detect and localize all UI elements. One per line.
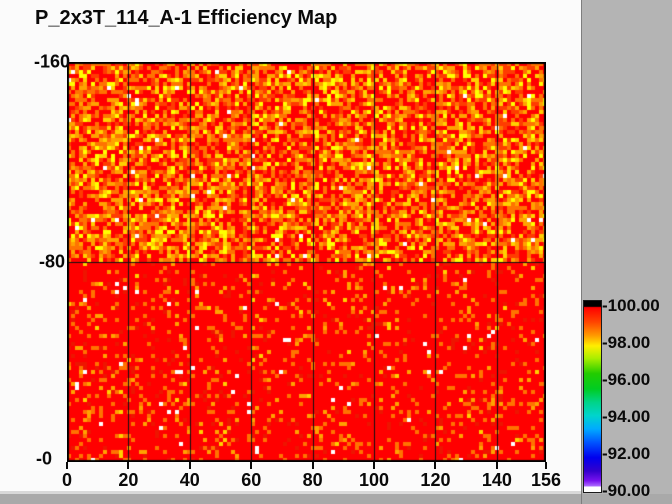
page-title: P_2x3T_114_A-1 Efficiency Map (35, 7, 337, 30)
x-tick-mark (66, 462, 68, 469)
x-tick-label: 156 (531, 470, 561, 491)
colorbar-tick-label: -96.00 (602, 370, 650, 390)
colorbar-tick-label: -90.00 (602, 481, 650, 501)
x-tick-mark (312, 462, 314, 469)
x-tick-label: 40 (180, 470, 200, 491)
x-tick-mark (373, 462, 375, 469)
colorbar-tick-label: -94.00 (602, 407, 650, 427)
x-tick-mark (250, 462, 252, 469)
x-tick-label: 0 (62, 470, 72, 491)
colorbar-tick-label: -100.00 (602, 296, 660, 316)
x-tick-label: 100 (359, 470, 389, 491)
x-tick-label: 80 (303, 470, 323, 491)
x-tick-label: 60 (241, 470, 261, 491)
y-tick-label: -80 (39, 252, 65, 273)
x-tick-label: 140 (482, 470, 512, 491)
x-tick-mark (189, 462, 191, 469)
x-tick-mark (127, 462, 129, 469)
panel-divider (581, 0, 582, 504)
x-tick-mark (496, 462, 498, 469)
y-tick-label: -0 (36, 449, 52, 470)
x-tick-label: 120 (420, 470, 450, 491)
colorbar-gradient (583, 300, 602, 493)
x-tick-mark (545, 462, 547, 469)
efficiency-heatmap (67, 62, 546, 462)
colorbar-tick-label: -92.00 (602, 444, 650, 464)
y-tick-label: -160 (34, 52, 70, 73)
plot-canvas: P_2x3T_114_A-1 Efficiency Map 0 20 40 60 80 1… (0, 0, 581, 491)
x-tick-label: 20 (118, 470, 138, 491)
x-tick-mark (434, 462, 436, 469)
window-bottom-strip (0, 494, 672, 504)
colorbar-tick-label: -98.00 (602, 333, 650, 353)
